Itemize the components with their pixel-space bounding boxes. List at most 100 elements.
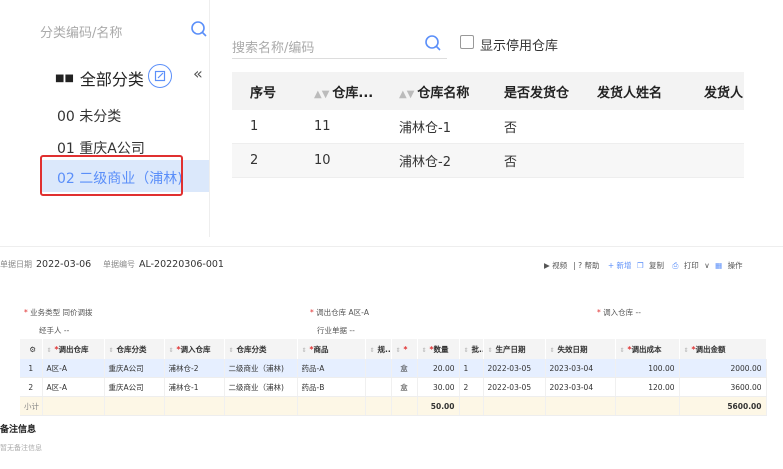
- help-button[interactable]: ? 帮助: [578, 261, 602, 270]
- grid-icon: ▦: [715, 261, 723, 270]
- col-in-warehouse[interactable]: ⇕ *调入仓库: [164, 339, 225, 359]
- document-date: 单据日期 2022-03-06: [0, 259, 91, 270]
- cell: 2: [232, 143, 296, 178]
- handler-label: 经手人: [39, 326, 62, 335]
- col-shipper: 发货人: [686, 72, 744, 110]
- category-search-input[interactable]: 分类编码/名称: [40, 22, 122, 41]
- out-warehouse-value[interactable]: A区-A: [349, 308, 369, 317]
- out-warehouse-label: 调出仓库: [316, 308, 347, 317]
- copy-label: 复制: [649, 261, 665, 270]
- panel-divider: [209, 0, 210, 237]
- video-button[interactable]: ▶ 视频: [544, 261, 570, 270]
- warehouse-category-panel: 分类编码/名称 ■■ 全部分类 « 00 未分类 01 重庆A公司 02 二级商…: [0, 0, 783, 237]
- summary-label: 小计: [20, 396, 43, 416]
- col-label: 仓库分类: [116, 344, 147, 354]
- cell: [365, 359, 392, 378]
- col-expiry-date[interactable]: ⇕ 失效日期: [545, 339, 616, 359]
- document-number: 单据编号 AL-20220306-001: [103, 259, 224, 270]
- number-value: AL-20220306-001: [139, 259, 224, 270]
- cell: 浦林仓-1: [381, 110, 486, 144]
- handler-field: 经手人 --: [39, 325, 69, 336]
- cell[interactable]: 2000.00: [679, 359, 767, 378]
- operations-label: 操作: [727, 261, 743, 270]
- col-out-warehouse[interactable]: ⇕ *调出仓库: [42, 339, 105, 359]
- add-button[interactable]: + 新增: [608, 261, 632, 270]
- industry-doc-value[interactable]: --: [349, 326, 354, 335]
- column-settings-icon[interactable]: ⚙: [20, 339, 43, 359]
- cell[interactable]: 2022-03-05: [483, 359, 546, 378]
- cell[interactable]: 20.00: [417, 359, 460, 378]
- col-product[interactable]: ⇕ *商品: [297, 339, 366, 359]
- in-warehouse-value[interactable]: --: [636, 308, 641, 317]
- cell[interactable]: 盒: [391, 377, 418, 397]
- cell[interactable]: 120.00: [615, 377, 680, 397]
- col-quantity[interactable]: ⇕ *数量: [417, 339, 460, 359]
- edit-category-button[interactable]: [148, 64, 172, 88]
- cell[interactable]: 药品-B: [297, 377, 366, 397]
- col-label: 失效日期: [557, 344, 588, 354]
- grid-icon: ■■: [55, 72, 74, 84]
- col-batch[interactable]: ⇕批..: [459, 339, 484, 359]
- col-warehouse-code[interactable]: ▲▼ 仓库...: [296, 72, 381, 110]
- col-label: 调出金额: [695, 344, 726, 354]
- search-underline: [232, 58, 447, 59]
- all-categories-node[interactable]: ■■ 全部分类: [55, 66, 144, 90]
- col-label: 商品: [313, 344, 329, 354]
- col-out-cost[interactable]: ⇕ *调出成本: [615, 339, 680, 359]
- col-production-date[interactable]: ⇕ 生产日期: [483, 339, 546, 359]
- operations-button[interactable]: ▦ 操作: [715, 261, 745, 270]
- sort-icon[interactable]: ▲▼: [314, 89, 329, 100]
- cell[interactable]: 盒: [391, 359, 418, 378]
- warehouse-search-input[interactable]: 搜索名称/编码: [232, 37, 314, 56]
- cell[interactable]: A区-A: [42, 377, 105, 397]
- copy-icon: ❐: [636, 261, 644, 270]
- summary-amount: 5600.00: [679, 396, 767, 416]
- category-item-uncategorized[interactable]: 00 未分类: [57, 106, 121, 126]
- col-out-wh-category[interactable]: ⇕ 仓库分类: [104, 339, 165, 359]
- cell[interactable]: 2022-03-05: [483, 377, 546, 397]
- number-label: 单据编号: [103, 260, 135, 269]
- in-warehouse-field: * 调入仓库 --: [597, 308, 641, 317]
- table-row[interactable]: 1 A区-A 重庆A公司 浦林仓-2 二级商业（浦林) 药品-A 盒 20.00…: [20, 359, 767, 378]
- col-spec[interactable]: ⇕ 规..: [365, 339, 392, 359]
- col-out-amount[interactable]: ⇕ *调出金额: [679, 339, 767, 359]
- date-label: 单据日期: [0, 260, 32, 269]
- cell[interactable]: 2023-03-04: [545, 377, 616, 397]
- cell[interactable]: 药品-A: [297, 359, 366, 378]
- cell[interactable]: 30.00: [417, 377, 460, 397]
- copy-button[interactable]: ❐ 复制: [637, 261, 667, 270]
- col-label: 生产日期: [495, 344, 526, 354]
- table-row[interactable]: 2 A区-A 重庆A公司 浦林仓-1 二级商业（浦林) 药品-B 盒 30.00…: [20, 377, 767, 397]
- cell[interactable]: 2023-03-04: [545, 359, 616, 378]
- business-type-value[interactable]: 同价调拨: [63, 308, 93, 317]
- print-button[interactable]: ⎙ 打印 ∨: [672, 261, 709, 270]
- cell[interactable]: 3600.00: [679, 377, 767, 397]
- show-disabled-label: 显示停用仓库: [480, 39, 559, 54]
- cell[interactable]: 浦林仓-2: [164, 359, 225, 378]
- col-label: 仓库名称: [417, 85, 470, 101]
- notes-empty-text: 暂无备注信息: [0, 444, 42, 452]
- transfer-detail-table: ⚙ ⇕ *调出仓库 ⇕ 仓库分类 ⇕ *调入仓库 ⇕ 仓库分类 ⇕ *商品 ⇕ 规.. ⇕ *…: [20, 339, 767, 416]
- cell[interactable]: 浦林仓-1: [164, 377, 225, 397]
- cell[interactable]: A区-A: [42, 359, 105, 378]
- col-in-wh-category[interactable]: ⇕ 仓库分类: [224, 339, 298, 359]
- table-row[interactable]: 1 11 浦林仓-1 否: [232, 110, 744, 144]
- cell[interactable]: 100.00: [615, 359, 680, 378]
- cell[interactable]: 2: [459, 377, 484, 397]
- search-icon[interactable]: [190, 20, 208, 38]
- handler-value[interactable]: --: [64, 326, 69, 335]
- search-icon[interactable]: [424, 34, 442, 52]
- cell[interactable]: 1: [459, 359, 484, 378]
- out-warehouse-field: * 调出仓库 A区-A: [310, 308, 369, 317]
- show-disabled-checkbox[interactable]: [460, 35, 474, 49]
- col-label: 仓库分类: [236, 344, 267, 354]
- warehouse-table: 序号 ▲▼ 仓库... ▲▼ 仓库名称 是否发货仓 发货人姓名 发货人 1 11 浦…: [232, 72, 744, 178]
- sort-icon[interactable]: ▲▼: [399, 89, 414, 100]
- col-warehouse-name[interactable]: ▲▼ 仓库名称: [381, 72, 486, 110]
- collapse-sidebar-icon[interactable]: «: [193, 64, 203, 83]
- col-label: 仓库...: [332, 85, 374, 101]
- col-shipper-name: 发货人姓名: [579, 72, 686, 110]
- summary-row: 小计 50.00 5600.00: [20, 396, 767, 416]
- col-unit[interactable]: ⇕ *: [391, 339, 418, 359]
- table-row[interactable]: 2 10 浦林仓-2 否: [232, 143, 744, 178]
